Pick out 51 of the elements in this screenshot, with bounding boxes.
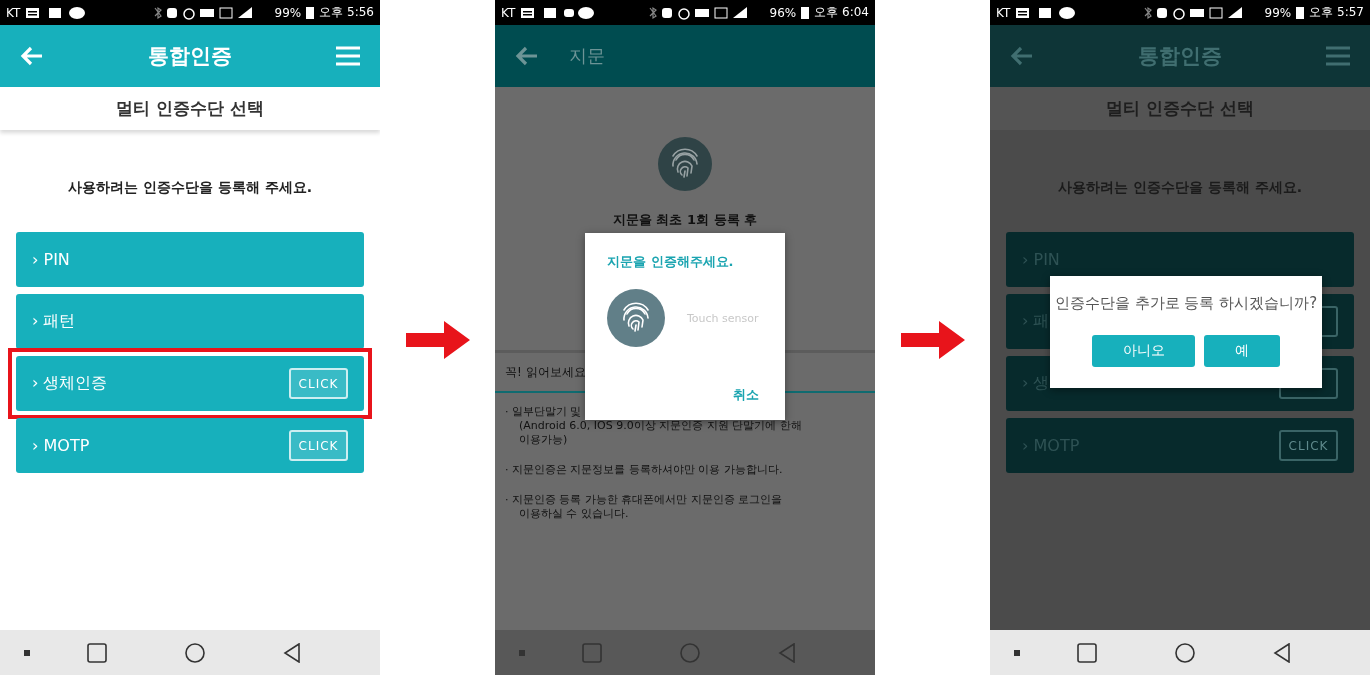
method-label: › 생체인증 — [32, 373, 108, 394]
status-time: 오후 5:56 — [319, 4, 374, 21]
back-icon[interactable] — [1010, 46, 1034, 66]
battery-percent: 99% — [1264, 5, 1292, 20]
click-button[interactable]: CLICK — [289, 430, 348, 461]
page-subtitle: 멀티 인증수단 선택 — [0, 87, 380, 130]
status-time: 오후 5:57 — [1309, 4, 1364, 21]
recent-apps-icon[interactable] — [87, 642, 107, 663]
method-label: › 패턴 — [32, 311, 76, 332]
cancel-button[interactable]: 취소 — [729, 384, 763, 406]
dialog-button[interactable]: 예 — [1204, 335, 1280, 367]
carrier-label: KT — [501, 5, 516, 20]
notice-item: · 일부단말기 및 (Android 6.0, IOS 9.0이상 지문인증 지원 단말기에 한해 이용가능) — [505, 405, 803, 447]
recent-apps-icon[interactable] — [1077, 642, 1097, 663]
dialog-title: 지문을 인증해주세요. — [607, 253, 735, 271]
notice-title: 꼭! 읽어보세요 — [505, 363, 586, 381]
fingerprint-icon — [607, 289, 665, 347]
auth-method-button[interactable]: › MOTP CLICK — [16, 418, 364, 473]
home-icon[interactable] — [1175, 642, 1195, 663]
fingerprint-icon — [658, 137, 712, 191]
app-title: 지문 — [569, 44, 605, 68]
auth-method-button[interactable]: › 생체인증 CLICK — [16, 356, 364, 411]
menu-icon[interactable] — [1326, 46, 1350, 66]
app-title: 통합인증 — [1137, 43, 1223, 70]
battery-icon — [306, 6, 315, 19]
dialog-button[interactable]: 아니오 — [1092, 335, 1195, 367]
auth-method-button[interactable]: › 패턴 — [16, 294, 364, 349]
method-label: › MOTP — [32, 436, 90, 455]
back-triangle-icon[interactable] — [283, 642, 301, 663]
battery-percent: 96% — [769, 5, 797, 20]
app-title: 통합인증 — [147, 43, 233, 70]
right-arrow-icon — [900, 320, 965, 359]
notice-item: · 지문인증 등록 가능한 휴대폰에서만 지문인증 로그인을 이용하실 수 있습니다. — [505, 493, 784, 521]
click-button[interactable]: CLICK — [1279, 430, 1338, 461]
home-icon[interactable] — [185, 642, 205, 663]
click-button[interactable]: CLICK — [289, 368, 348, 399]
carrier-label: KT — [6, 5, 21, 20]
method-label: › PIN — [32, 250, 70, 269]
dialog-message: 인증수단을 추가로 등록 하시겠습니까? — [1054, 294, 1318, 313]
status-time: 오후 6:04 — [814, 4, 869, 21]
instruction-text: 사용하려는 인증수단을 등록해 주세요. — [68, 178, 312, 196]
right-arrow-icon — [405, 320, 470, 359]
back-triangle-icon[interactable] — [1273, 642, 1291, 663]
back-icon[interactable] — [515, 46, 539, 66]
auth-method-button[interactable]: › PIN — [16, 232, 364, 287]
battery-icon — [801, 6, 810, 19]
battery-percent: 99% — [274, 5, 302, 20]
carrier-label: KT — [996, 5, 1011, 20]
battery-icon — [1296, 6, 1305, 19]
intro-text: 지문을 최초 1회 등록 후 — [612, 211, 758, 229]
notice-item: · 지문인증은 지문정보를 등록하셔야만 이용 가능합니다. — [505, 463, 784, 477]
